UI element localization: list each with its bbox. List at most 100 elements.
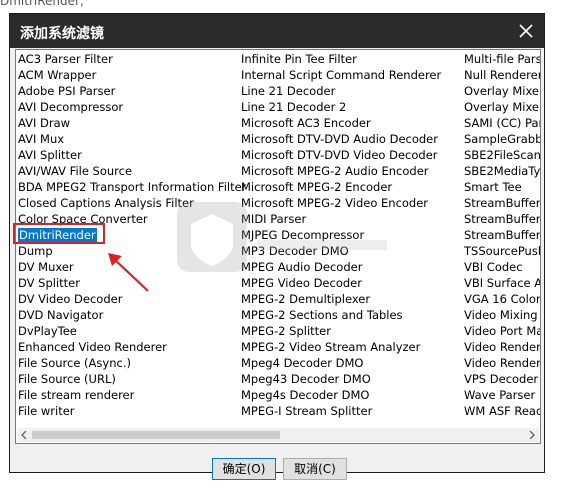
filter-list-item[interactable]: AVI/WAV File Source xyxy=(17,163,246,179)
filter-list-item-label: AVI Draw xyxy=(18,116,71,130)
filter-list-item[interactable]: Video Port Man xyxy=(463,323,540,339)
filter-list-item[interactable]: Null Renderer xyxy=(463,67,540,83)
filter-list-item[interactable]: MPEG-2 Splitter xyxy=(240,323,441,339)
chevron-right-icon xyxy=(529,431,535,439)
filter-list-item[interactable]: MPEG-I Stream Splitter xyxy=(240,403,441,419)
filter-list-item[interactable]: Adobe PSI Parser xyxy=(17,83,246,99)
filter-list-item-label: StreamBufferSi xyxy=(464,196,541,210)
close-button[interactable] xyxy=(512,17,540,45)
filter-list-item[interactable]: MPEG-2 Sections and Tables xyxy=(240,307,441,323)
filter-list-item[interactable]: File Source (URL) xyxy=(17,371,246,387)
filter-list-item-label: MPEG-2 Video Stream Analyzer xyxy=(241,340,421,354)
filter-list-item[interactable]: SAMI (CC) Pars xyxy=(463,115,540,131)
filter-list-item[interactable]: Multi-file Parse xyxy=(463,51,540,67)
filter-list-item[interactable]: MPEG Audio Decoder xyxy=(240,259,441,275)
filter-list-item[interactable]: MPEG-2 Video Stream Analyzer xyxy=(240,339,441,355)
filter-list-item-label: Line 21 Decoder 2 xyxy=(241,100,347,114)
filter-list-item[interactable]: Line 21 Decoder 2 xyxy=(240,99,441,115)
filter-list-item[interactable]: Infinite Pin Tee Filter xyxy=(240,51,441,67)
filter-list-item[interactable]: Closed Captions Analysis Filter xyxy=(17,195,246,211)
filter-list-item-label: VBI Codec xyxy=(464,260,523,274)
filter-list-item[interactable]: SBE2MediaType xyxy=(463,163,540,179)
filter-list-item-label: MP3 Decoder DMO xyxy=(241,244,349,258)
filter-list-item[interactable]: AVI Draw xyxy=(17,115,246,131)
filter-list-item[interactable]: DVD Navigator xyxy=(17,307,246,323)
filter-list-item[interactable]: AVI Splitter xyxy=(17,147,246,163)
horizontal-scrollbar[interactable] xyxy=(17,428,539,442)
filter-list-item[interactable]: BDA MPEG2 Transport Information Filter xyxy=(17,179,246,195)
filter-list-item[interactable]: File Source (Async.) xyxy=(17,355,246,371)
filter-list-item-label: Microsoft DTV-DVD Audio Decoder xyxy=(241,132,438,146)
filter-list-item[interactable]: Mpeg4s Decoder DMO xyxy=(240,387,441,403)
filter-list-item-label: MIDI Parser xyxy=(241,212,307,226)
filter-list-item[interactable]: Enhanced Video Renderer xyxy=(17,339,246,355)
filter-list-item[interactable]: Video Mixing R xyxy=(463,307,541,323)
filter-list-item[interactable]: Mpeg4 Decoder DMO xyxy=(240,355,441,371)
filter-list-item[interactable]: VPS Decoder xyxy=(463,371,540,387)
filter-list-item[interactable]: Microsoft MPEG-2 Encoder xyxy=(240,179,441,195)
filter-list-item[interactable]: StreamBufferSo xyxy=(463,227,540,243)
filter-list-item[interactable]: WM ASF Reade xyxy=(463,403,540,419)
filter-list-item-label: Microsoft MPEG-2 Encoder xyxy=(241,180,393,194)
scroll-right-button[interactable] xyxy=(525,428,539,442)
filter-list-item-label: File stream renderer xyxy=(18,388,135,402)
ok-button[interactable]: 确定(O) xyxy=(212,458,276,480)
filter-list-item[interactable]: SBE2FileScan xyxy=(463,147,541,163)
filter-list-item[interactable]: VBI Surface Allo xyxy=(463,275,540,291)
filter-list-item[interactable]: MPEG-2 Demultiplexer xyxy=(240,291,441,307)
filter-list-item-label: Mpeg4 Decoder DMO xyxy=(241,356,364,370)
filter-list-item-label: SBE2FileScan xyxy=(464,148,541,162)
filter-list-item[interactable]: Smart Tee xyxy=(463,179,540,195)
filter-list-item[interactable]: Mpeg43 Decoder DMO xyxy=(240,371,441,387)
filter-list-item[interactable]: MPEG Video Decoder xyxy=(240,275,441,291)
filter-list-item[interactable]: StreamBufferSi xyxy=(463,211,540,227)
filter-list-item[interactable]: MJPEG Decompressor xyxy=(240,227,441,243)
cancel-button[interactable]: 取消(C) xyxy=(283,458,347,480)
filter-list-item[interactable]: Line 21 Decoder xyxy=(240,83,441,99)
filter-list-item-label: MPEG-2 Demultiplexer xyxy=(241,292,371,306)
filter-list-item[interactable]: VGA 16 Color D xyxy=(463,291,540,307)
scrollbar-thumb[interactable] xyxy=(32,431,280,439)
filter-list-item[interactable]: Microsoft AC3 Encoder xyxy=(240,115,441,131)
filter-list-item[interactable]: Video Rendere xyxy=(463,355,541,371)
filter-list-item-label: DV Muxer xyxy=(18,260,74,274)
filter-list-item[interactable]: DvPlayTee xyxy=(17,323,246,339)
filter-list-item-label: MJPEG Decompressor xyxy=(241,228,365,242)
filter-list-item[interactable]: Microsoft MPEG-2 Audio Encoder xyxy=(240,163,441,179)
filter-list-item[interactable]: TSSourcePush xyxy=(463,243,540,259)
filter-list-item[interactable]: MP3 Decoder DMO xyxy=(240,243,441,259)
filter-list-item[interactable]: Internal Script Command Renderer xyxy=(240,67,441,83)
filter-list-item[interactable]: Microsoft MPEG-2 Video Encoder xyxy=(240,195,441,211)
filter-list-item[interactable]: MIDI Parser xyxy=(240,211,441,227)
filter-list[interactable]: AC3 Parser Filter ACM Wrapper Adobe PSI Pa… xyxy=(15,49,541,444)
filter-list-item-label: Video Mixing R xyxy=(464,308,541,322)
filter-list-item[interactable]: AC3 Parser Filter xyxy=(17,51,246,67)
filter-list-item-label: VBI Surface Allo xyxy=(464,276,540,290)
dialog-body: AC3 Parser Filter ACM Wrapper Adobe PSI Pa… xyxy=(10,48,544,480)
filter-list-item[interactable]: Overlay Mixer2 xyxy=(463,99,540,115)
filter-list-item[interactable]: File writer xyxy=(17,403,246,419)
filter-list-item[interactable]: StreamBufferSi xyxy=(463,195,541,211)
filter-list-item-label: Mpeg43 Decoder DMO xyxy=(241,372,371,386)
filter-list-item[interactable]: ACM Wrapper xyxy=(17,67,246,83)
filter-list-item[interactable]: Wave Parser xyxy=(463,387,540,403)
filter-list-item-label: Line 21 Decoder xyxy=(241,84,336,98)
filter-list-item-label: Microsoft AC3 Encoder xyxy=(241,116,371,130)
filter-list-item-label: AC3 Parser Filter xyxy=(18,52,113,66)
filter-list-item[interactable]: Microsoft DTV-DVD Video Decoder xyxy=(240,147,441,163)
filter-list-item-label: Infinite Pin Tee Filter xyxy=(241,52,357,66)
filter-list-item[interactable]: VBI Codec xyxy=(463,259,540,275)
filter-list-item[interactable]: Video Rendere xyxy=(463,339,540,355)
filter-list-item-label: Video Rendere xyxy=(464,356,541,370)
filter-list-item-label: Mpeg4s Decoder DMO xyxy=(241,388,370,402)
filter-list-item[interactable]: AVI Mux xyxy=(17,131,246,147)
filter-column-2: Infinite Pin Tee Filter Internal Script C… xyxy=(240,51,441,419)
filter-list-item-label: Video Port Man xyxy=(464,324,540,338)
filter-list-item[interactable]: Overlay Mixer xyxy=(463,83,540,99)
filter-list-item[interactable]: File stream renderer xyxy=(17,387,246,403)
scroll-left-button[interactable] xyxy=(17,428,31,442)
filter-list-item[interactable]: Microsoft DTV-DVD Audio Decoder xyxy=(240,131,441,147)
filter-list-item[interactable]: AVI Decompressor xyxy=(17,99,246,115)
annotation-highlight-box xyxy=(13,223,105,244)
filter-list-item[interactable]: SampleGrabber xyxy=(463,131,540,147)
